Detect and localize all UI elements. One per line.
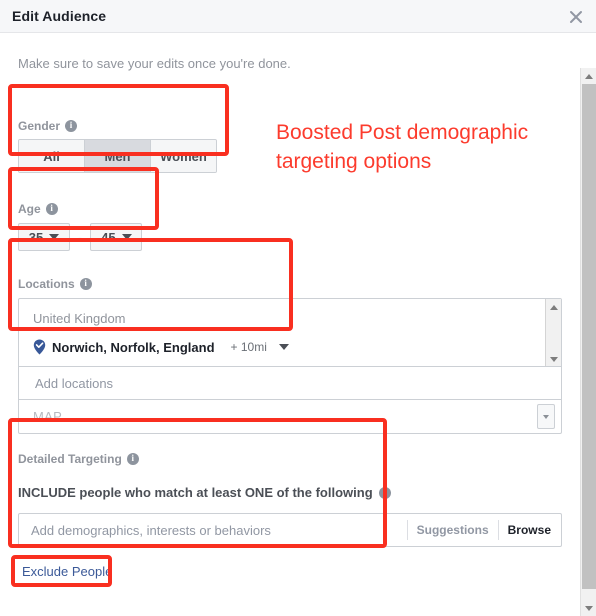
scroll-up-arrow-icon[interactable] (581, 69, 596, 84)
locations-label: Locations (18, 277, 75, 291)
suggestions-button[interactable]: Suggestions (408, 523, 498, 537)
locations-section: Locations United Kingdom Norwich, Norfol… (18, 277, 562, 434)
location-name: Norwich, Norfolk, England (52, 339, 215, 355)
gender-label: Gender (18, 119, 61, 133)
age-max-value: 45 (101, 229, 116, 245)
age-range-row: 35 - 45 (18, 223, 143, 251)
detailed-targeting-input[interactable] (29, 521, 407, 539)
age-label-row: Age (18, 202, 142, 216)
gender-option-women[interactable]: Women (151, 140, 216, 172)
close-icon[interactable] (564, 5, 588, 29)
map-label: MAP (33, 409, 63, 424)
dialog-scrollbar[interactable] (580, 68, 596, 616)
scrollbar-thumb[interactable] (582, 84, 596, 589)
age-range-separator: - (78, 229, 83, 245)
map-toggle-button[interactable] (537, 404, 555, 429)
browse-button[interactable]: Browse (499, 523, 561, 537)
include-rule-text: INCLUDE people who match at least ONE of… (18, 485, 373, 500)
include-rule-row: INCLUDE people who match at least ONE of… (18, 485, 562, 500)
age-max-dropdown[interactable]: 45 (90, 223, 143, 251)
gender-option-men[interactable]: Men (85, 140, 151, 172)
map-row: MAP (19, 400, 561, 433)
page-title: Edit Audience (12, 8, 107, 24)
scroll-down-arrow-icon[interactable] (546, 352, 561, 366)
age-label: Age (18, 202, 41, 216)
age-section: Age 35 - 45 (18, 202, 143, 251)
dialog-titlebar: Edit Audience (0, 0, 596, 33)
scroll-up-arrow-icon[interactable] (546, 300, 561, 314)
location-pin-icon (33, 339, 46, 355)
edit-audience-dialog: Edit Audience Make sure to save your edi… (0, 0, 596, 616)
detailed-targeting-label-row: Detailed Targeting (18, 452, 562, 466)
info-icon[interactable] (45, 202, 58, 215)
locations-scrollbar[interactable] (545, 299, 561, 366)
info-icon[interactable] (79, 277, 92, 290)
detailed-targeting-label: Detailed Targeting (18, 452, 122, 466)
scroll-down-arrow-icon[interactable] (581, 601, 596, 616)
age-min-value: 35 (28, 229, 44, 245)
dialog-body: Make sure to save your edits once you're… (0, 34, 596, 616)
exclude-people-link[interactable]: Exclude People (22, 564, 112, 579)
gender-label-row: Gender (18, 119, 217, 133)
chevron-down-icon (49, 234, 60, 240)
info-icon[interactable] (378, 486, 391, 499)
location-country-label: United Kingdom (33, 311, 126, 326)
locations-label-row: Locations (18, 277, 562, 291)
add-locations-row (19, 367, 561, 400)
age-min-dropdown[interactable]: 35 (18, 223, 70, 251)
gender-option-all[interactable]: All (19, 140, 85, 172)
annotation-text: Boosted Post demographic targeting optio… (276, 121, 529, 173)
location-item-norwich[interactable]: Norwich, Norfolk, England + 10mi (33, 339, 289, 355)
locations-list: United Kingdom Norwich, Norfolk, England… (19, 299, 561, 367)
locations-box: United Kingdom Norwich, Norfolk, England… (18, 298, 562, 434)
chevron-down-icon (121, 234, 132, 240)
location-radius: + 10mi (230, 340, 267, 354)
detailed-targeting-input-row: Suggestions Browse (18, 513, 562, 547)
detailed-targeting-actions: Suggestions Browse (406, 514, 561, 546)
gender-segmented-control: All Men Women (18, 139, 217, 173)
chevron-down-icon[interactable] (278, 344, 289, 350)
save-hint: Make sure to save your edits once you're… (18, 56, 291, 71)
detailed-targeting-section: Detailed Targeting INCLUDE people who ma… (18, 452, 562, 547)
info-icon[interactable] (65, 119, 78, 132)
info-icon[interactable] (126, 452, 139, 465)
gender-section: Gender All Men Women (18, 119, 217, 173)
add-locations-input[interactable] (33, 374, 539, 392)
chevron-down-icon (543, 414, 549, 419)
